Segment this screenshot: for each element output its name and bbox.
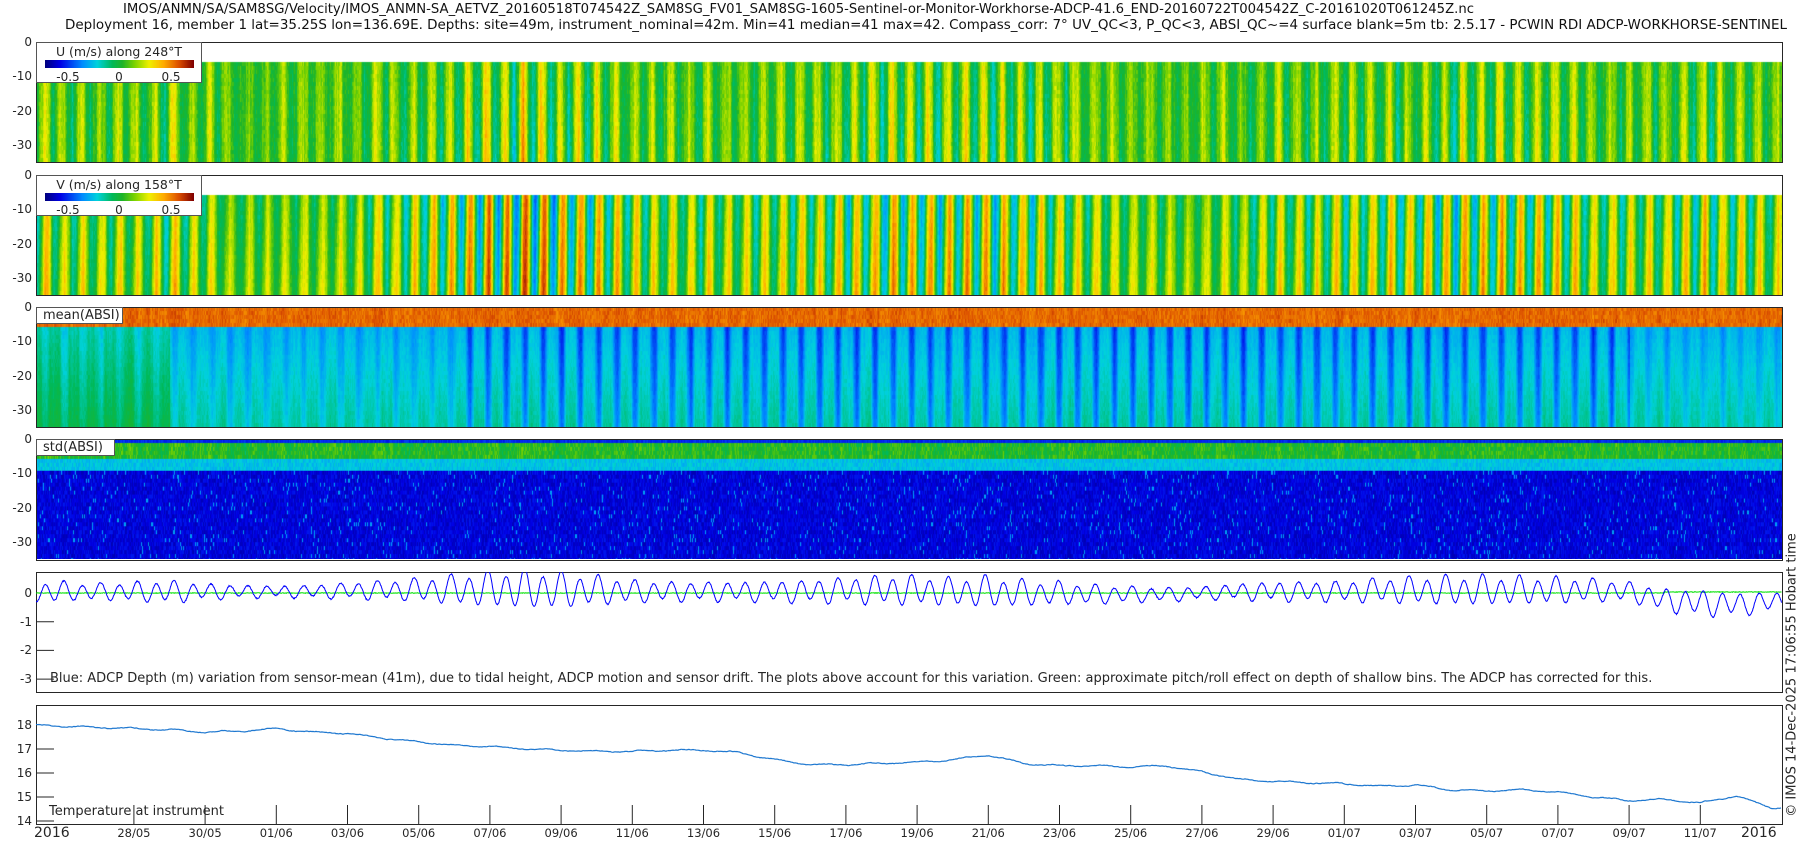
x-date-label: 11/06 [615,826,649,840]
temperature-y-tick-label: 14 [16,814,32,828]
temperature-y-tick-label: 16 [16,766,32,780]
v-legend-title: V (m/s) along 158°T [56,177,182,192]
x-date-label: 28/05 [117,826,151,840]
temperature-y-tick-label: 15 [16,790,32,804]
y-tick-label: -30 [12,270,32,285]
depth-y-tick-label: 0 [24,586,32,600]
y-tick-label: -10 [12,202,32,217]
x-date-label: 01/07 [1327,826,1361,840]
x-date-label: 09/07 [1612,826,1646,840]
u-colorbar-legend: U (m/s) along 248°T -0.5 0 0.5 [36,42,202,84]
depth-y-tick-label: -2 [20,643,32,658]
x-date-label: 11/07 [1683,826,1717,840]
x-date-label: 01/06 [259,826,293,840]
x-date-label: 07/06 [473,826,507,840]
x-date-label: 27/06 [1185,826,1219,840]
u-legend-title: U (m/s) along 248°T [55,44,183,59]
depth-y-tick-label: -3 [20,672,32,687]
v-panel-frame [36,175,1783,296]
y-tick-label: 0 [24,300,32,314]
title-line-1: IMOS/ANMN/SA/SAM8SG/Velocity/IMOS_ANMN-S… [123,2,1474,17]
y-tick-label: -20 [12,500,32,515]
v-colorbar-legend: V (m/s) along 158°T -0.5 0 0.5 [36,175,202,217]
x-date-label: 05/07 [1470,826,1504,840]
v-colorbar [45,193,194,201]
x-date-label: 25/06 [1114,826,1148,840]
year-label-left: 2016 [34,825,70,841]
u-colorbar [45,60,194,68]
x-date-label: 03/07 [1398,826,1433,840]
x-date-label: 23/06 [1042,826,1077,840]
x-date-label: 13/06 [686,826,721,840]
mean-absi-label: mean(ABSI) [36,307,123,324]
v-colorbar-tick: 0.5 [161,203,181,217]
y-tick-label: -30 [12,137,32,152]
y-tick-label: -30 [12,402,32,417]
std-absi-panel-frame [36,439,1783,561]
x-date-label: 29/06 [1256,826,1290,840]
y-tick-label: 0 [24,168,32,182]
y-tick-label: -10 [12,466,32,481]
temperature-plot [36,705,1783,825]
pitch-roll-depth-line [36,590,1782,595]
y-tick-label: -10 [12,69,32,84]
u-panel-frame [36,42,1783,163]
figure-title: IMOS/ANMN/SA/SAM8SG/Velocity/IMOS_ANMN-S… [65,2,1788,33]
x-date-label: 09/06 [544,826,578,840]
temperature-line [36,723,1782,810]
u-colorbar-tick: -0.5 [56,70,80,84]
x-date-label: 21/06 [971,826,1005,840]
y-tick-label: -20 [12,103,32,118]
temperature-label: Temperature at instrument [49,804,224,819]
y-tick-label: -30 [12,534,32,549]
year-label-right: 2016 [1741,825,1777,841]
mean-absi-panel-frame [36,307,1783,428]
v-colorbar-tick: 0 [115,203,123,217]
y-tick-label: 0 [24,35,32,49]
y-tick-label: -10 [12,334,32,349]
depth-caption: Blue: ADCP Depth (m) variation from sens… [50,671,1653,686]
u-colorbar-tick: 0 [115,70,123,84]
adcp-depth-variation-line [36,572,1782,619]
y-tick-label: 0 [24,432,32,446]
adcp-summary-figure: IMOS/ANMN/SA/SAM8SG/Velocity/IMOS_ANMN-S… [0,0,1800,850]
temperature-y-tick-label: 18 [16,718,32,732]
depth-y-tick-label: -1 [20,614,32,629]
x-date-label: 30/05 [188,826,222,840]
x-date-label: 15/06 [758,826,792,840]
u-colorbar-tick: 0.5 [161,70,181,84]
x-date-label: 03/06 [330,826,365,840]
v-colorbar-tick: -0.5 [56,203,80,217]
credit-timestamp: © IMOS 14-Dec-2025 17:06:55 Hobart time [1784,533,1800,817]
x-date-label: 17/06 [829,826,863,840]
x-date-label: 05/06 [402,826,436,840]
x-date-label: 07/07 [1541,826,1575,840]
title-line-2: Deployment 16, member 1 lat=35.25S lon=1… [65,18,1788,33]
x-date-label: 19/06 [900,826,934,840]
temperature-panel-frame [36,705,1783,825]
y-tick-label: -20 [12,368,32,383]
std-absi-label: std(ABSI) [36,439,115,456]
temperature-y-tick-label: 17 [16,742,32,756]
y-tick-label: -20 [12,236,32,251]
